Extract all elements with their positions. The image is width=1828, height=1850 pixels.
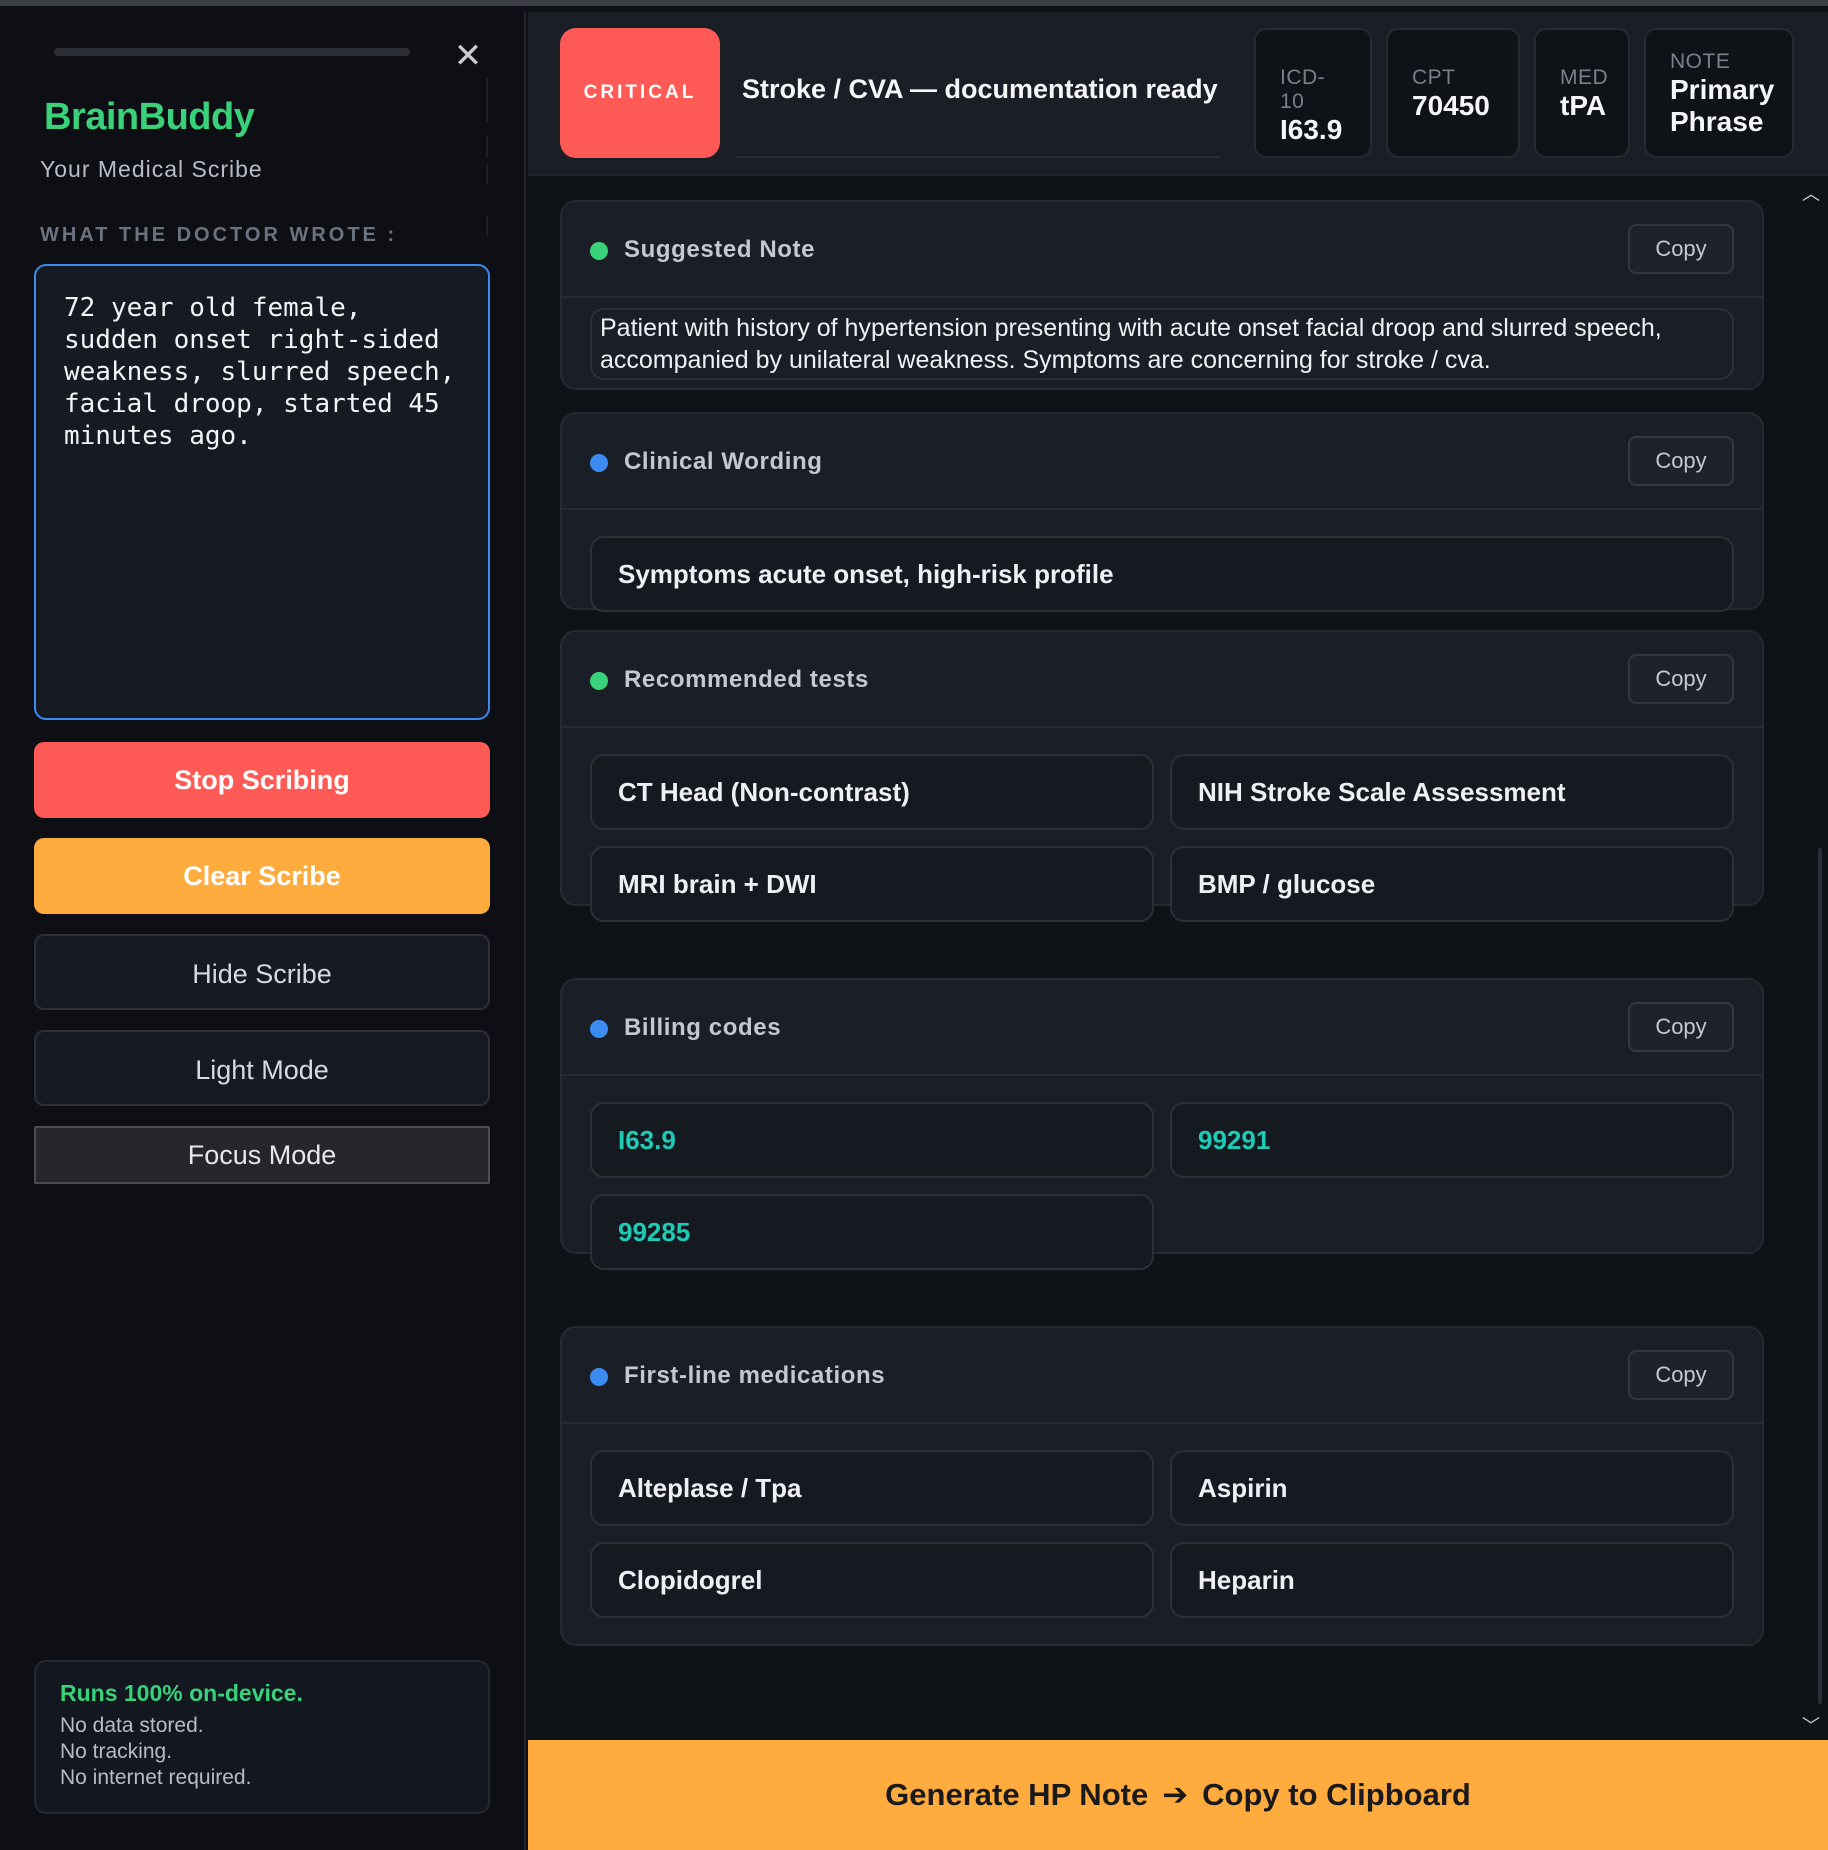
brand-logo-text: BrainBuddy <box>44 96 255 138</box>
chip-value: 70450 <box>1412 90 1490 121</box>
status-dot-icon <box>590 672 608 690</box>
privacy-headline: Runs 100% on-device. <box>60 1680 303 1706</box>
card-header: Recommended tests Copy <box>562 632 1762 728</box>
divider <box>486 216 488 236</box>
sidebar: ✕ BrainBuddy Your Medical Scribe WHAT TH… <box>0 12 526 1850</box>
chip-key: CPT <box>1412 66 1456 89</box>
diagnosis-header: CRITICAL Stroke / CVA — documentation re… <box>528 12 1828 176</box>
card-header: First-line medications Copy <box>562 1328 1762 1424</box>
scroll-up-icon[interactable]: ︿ <box>1798 182 1824 206</box>
chip-key: NOTE <box>1670 50 1731 73</box>
app-window: ✕ BrainBuddy Your Medical Scribe WHAT TH… <box>0 0 1828 1850</box>
test-item[interactable]: CT Head (Non-contrast) <box>590 754 1154 830</box>
medication-item[interactable]: Heparin <box>1170 1542 1734 1618</box>
focus-mode-button[interactable]: Focus Mode <box>34 1126 490 1184</box>
test-item[interactable]: NIH Stroke Scale Assessment <box>1170 754 1734 830</box>
copy-button[interactable]: Copy <box>1628 436 1734 486</box>
privacy-line: No tracking. <box>60 1740 173 1763</box>
arrow-right-icon: ➔ <box>1162 1777 1189 1812</box>
chip-key: MED <box>1560 66 1609 89</box>
generate-label: Generate HP Note <box>885 1777 1149 1812</box>
card-title: First-line medications <box>624 1362 886 1389</box>
card-header: Billing codes Copy <box>562 980 1762 1076</box>
copy-button[interactable]: Copy <box>1628 1350 1734 1400</box>
suggested-note-text: Patient with history of hypertension pre… <box>590 308 1734 380</box>
light-mode-button[interactable]: Light Mode <box>34 1030 490 1106</box>
divider <box>486 164 488 184</box>
chip-value: Primary <box>1670 74 1775 105</box>
clear-scribe-button[interactable]: Clear Scribe <box>34 838 490 914</box>
scroll-down-icon[interactable]: ﹀ <box>1798 1714 1824 1738</box>
chip-value: I63.9 <box>1280 114 1343 145</box>
copy-button[interactable]: Copy <box>1628 224 1734 274</box>
scrollbar-thumb[interactable] <box>1818 848 1822 1704</box>
results-panel[interactable]: Suggested Note Copy Patient with history… <box>528 176 1828 1740</box>
medication-item[interactable]: Clopidogrel <box>590 1542 1154 1618</box>
diagnosis-title: Stroke / CVA — documentation ready <box>742 74 1218 104</box>
status-dot-icon <box>590 454 608 472</box>
status-dot-icon <box>590 1368 608 1386</box>
card-header: Suggested Note Copy <box>562 202 1762 298</box>
test-item[interactable]: BMP / glucose <box>1170 846 1734 922</box>
divider <box>736 156 1220 158</box>
card-title: Suggested Note <box>624 236 816 263</box>
recommended-tests-card: Recommended tests Copy CT Head (Non-cont… <box>560 630 1764 922</box>
close-icon[interactable]: ✕ <box>448 36 488 76</box>
wording-item[interactable]: Symptoms acute onset, high-risk profile <box>590 536 1734 612</box>
privacy-line: No data stored. <box>60 1714 204 1737</box>
hide-scribe-button[interactable]: Hide Scribe <box>34 934 490 1010</box>
copy-button[interactable]: Copy <box>1628 1002 1734 1052</box>
stop-scribing-button[interactable]: Stop Scribing <box>34 742 490 818</box>
doctor-note-input[interactable]: 72 year old female, sudden onset right-s… <box>34 264 490 720</box>
scrollbar[interactable]: ︿ ﹀ <box>1798 182 1824 1740</box>
status-dot-icon <box>590 1020 608 1038</box>
suggested-note-card: Suggested Note Copy Patient with history… <box>560 200 1764 390</box>
medications-card: First-line medications Copy Alteplase / … <box>560 1326 1764 1646</box>
card-title: Billing codes <box>624 1014 782 1041</box>
chip-value: Phrase <box>1670 106 1764 137</box>
billing-codes-card: Billing codes Copy I63.9 99291 99285 <box>560 978 1764 1270</box>
severity-badge: CRITICAL <box>560 28 720 158</box>
divider <box>486 136 488 158</box>
card-title: Recommended tests <box>624 666 869 693</box>
chip-key: ICD-10 <box>1280 66 1326 113</box>
privacy-notice: Runs 100% on-device. No data stored. No … <box>34 1660 490 1814</box>
chip-value: tPA <box>1560 90 1607 121</box>
billing-code-item[interactable]: I63.9 <box>590 1102 1154 1178</box>
brand-subtitle: Your Medical Scribe <box>40 156 263 182</box>
cpt-chip: CPT 70450 <box>1386 28 1520 158</box>
billing-code-item[interactable]: 99285 <box>590 1194 1154 1270</box>
med-chip: MED tPA <box>1534 28 1630 158</box>
note-chip: NOTE Primary Phrase <box>1644 28 1794 158</box>
test-item[interactable]: MRI brain + DWI <box>590 846 1154 922</box>
divider <box>486 78 488 122</box>
copy-clipboard-label: Copy to Clipboard <box>1202 1777 1471 1812</box>
drag-handle[interactable] <box>54 48 410 56</box>
privacy-line: No internet required. <box>60 1766 252 1789</box>
medication-item[interactable]: Alteplase / Tpa <box>590 1450 1154 1526</box>
card-header: Clinical Wording Copy <box>562 414 1762 510</box>
generate-note-button[interactable]: Generate HP Note ➔ Copy to Clipboard <box>528 1740 1828 1850</box>
card-title: Clinical Wording <box>624 448 823 475</box>
icd-chip: ICD-10 I63.9 <box>1254 28 1372 158</box>
input-label: WHAT THE DOCTOR WROTE : <box>40 224 398 246</box>
medication-item[interactable]: Aspirin <box>1170 1450 1734 1526</box>
billing-code-item[interactable]: 99291 <box>1170 1102 1734 1178</box>
copy-button[interactable]: Copy <box>1628 654 1734 704</box>
status-dot-icon <box>590 242 608 260</box>
clinical-wording-card: Clinical Wording Copy Symptoms acute ons… <box>560 412 1764 612</box>
